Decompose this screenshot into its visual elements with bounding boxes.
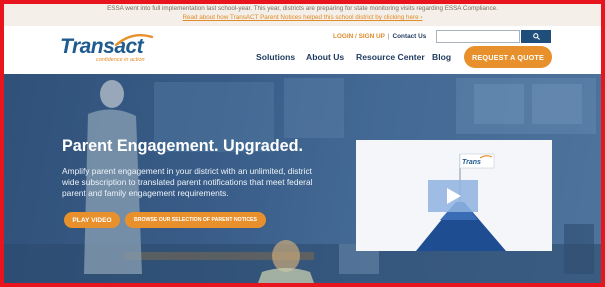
search-icon: [532, 33, 540, 40]
announcement-text: ESSA went into full implementation last …: [107, 5, 498, 12]
announcement-bar: ESSA went into full implementation last …: [4, 4, 601, 26]
play-video-button[interactable]: PLAY VIDEO: [64, 212, 120, 228]
transact-logo[interactable]: Transact confidence in action: [60, 33, 160, 67]
screenshot-frame: ESSA went into full implementation last …: [0, 0, 605, 287]
nav-blog[interactable]: Blog: [432, 52, 451, 62]
hero-title: Parent Engagement. Upgraded.: [62, 137, 304, 155]
logo-tagline: confidence in action: [96, 57, 145, 63]
browse-notices-button[interactable]: BROWSE OUR SELECTION OF PARENT NOTICES: [125, 212, 266, 228]
nav-solutions[interactable]: Solutions: [256, 52, 295, 62]
contact-us-link[interactable]: Contact Us: [393, 33, 427, 40]
utility-links: LOGIN / SIGN UP | Contact Us: [333, 33, 426, 40]
video-flag-label: Trans: [462, 159, 481, 166]
video-thumbnail: Trans: [356, 140, 552, 251]
site-header: Transact confidence in action LOGIN / SI…: [4, 26, 601, 74]
login-signup-link[interactable]: LOGIN / SIGN UP: [333, 33, 385, 40]
request-quote-button[interactable]: REQUEST A QUOTE: [464, 46, 552, 68]
nav-about-us[interactable]: About Us: [306, 52, 344, 62]
hero-section: Parent Engagement. Upgraded. Amplify par…: [4, 74, 601, 283]
logo-swoosh-icon: [114, 34, 154, 47]
hero-description: Amplify parent engagement in your distri…: [62, 166, 313, 198]
utility-separator: |: [387, 33, 390, 40]
nav-resource-center[interactable]: Resource Center: [356, 52, 425, 62]
video-player[interactable]: Trans: [356, 140, 552, 251]
announcement-link[interactable]: Read about how TransACT Parent Notices h…: [4, 13, 601, 22]
search-input[interactable]: [436, 30, 520, 43]
search-button[interactable]: [521, 30, 551, 43]
